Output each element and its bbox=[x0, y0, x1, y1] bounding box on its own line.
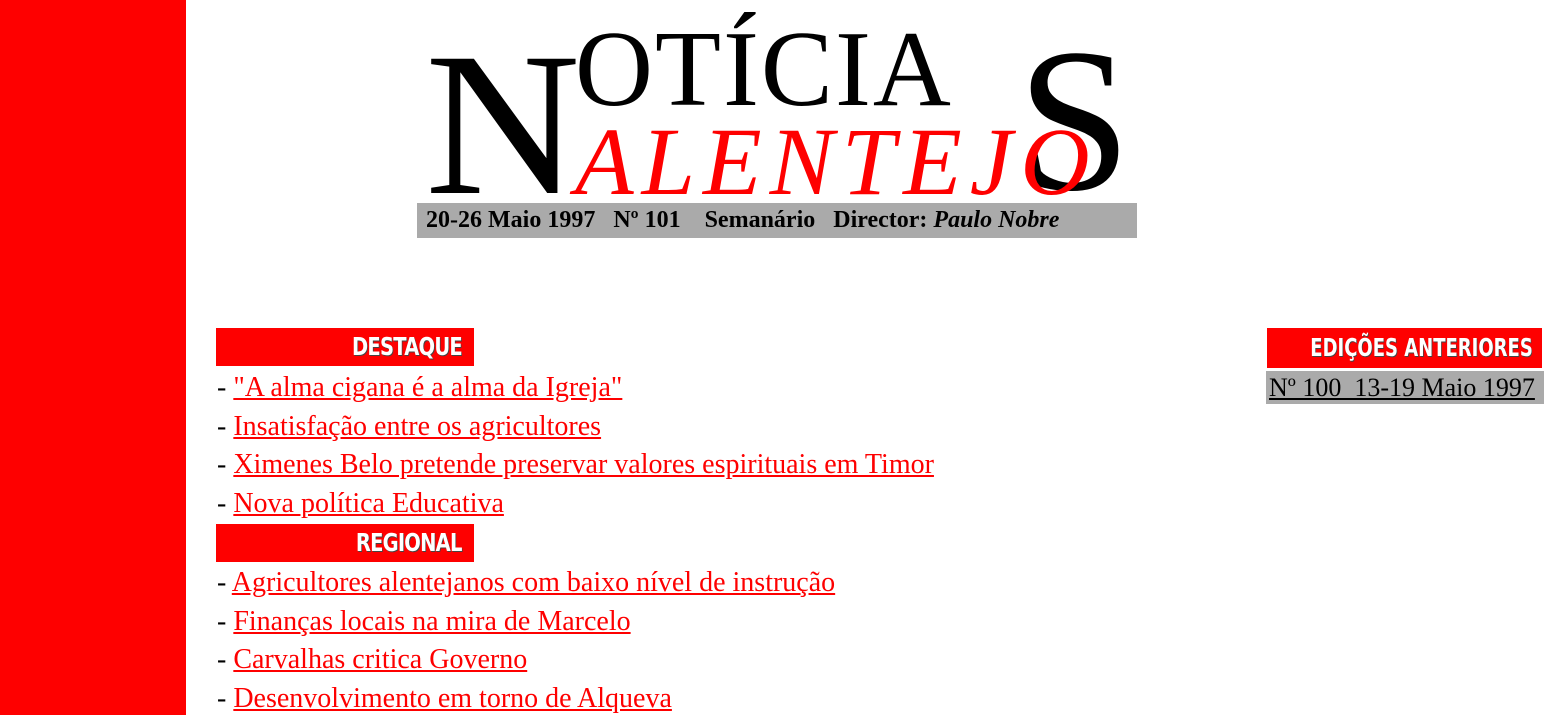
regional-news-list: - Agricultores alentejanos com baixo nív… bbox=[217, 564, 835, 718]
section-header-destaque: DESTAQUE bbox=[216, 328, 474, 366]
news-link[interactable]: Agricultores alentejanos com baixo nível… bbox=[232, 567, 835, 598]
list-item: - Finanças locais na mira de Marcelo bbox=[217, 603, 835, 642]
issue-date: 20-26 Maio 1997 bbox=[426, 207, 595, 233]
list-item: - "A alma cigana é a alma da Igreja" bbox=[217, 369, 934, 408]
logo-letter-n: N bbox=[425, 22, 580, 227]
list-item: - Desenvolvimento em torno de Alqueva bbox=[217, 680, 835, 718]
news-link[interactable]: Nova política Educativa bbox=[233, 488, 504, 519]
left-red-sidebar bbox=[0, 0, 186, 715]
news-link[interactable]: Finanças locais na mira de Marcelo bbox=[233, 606, 630, 637]
issue-type: Semanário bbox=[705, 207, 816, 233]
section-divider-line bbox=[186, 344, 214, 347]
logo-subtitle-alentejo: ALENTEJO bbox=[575, 114, 1098, 210]
previous-editions-header: EDIÇÕES ANTERIORES bbox=[1267, 328, 1542, 368]
director-name: Paulo Nobre bbox=[933, 207, 1059, 233]
section-header-regional: REGIONAL bbox=[216, 524, 474, 562]
section-divider-line bbox=[186, 540, 214, 543]
list-item: - Carvalhas critica Governo bbox=[217, 641, 835, 680]
news-link[interactable]: "A alma cigana é a alma da Igreja" bbox=[233, 372, 622, 403]
news-link[interactable]: Insatisfação entre os agricultores bbox=[233, 411, 601, 442]
director-label: Director: bbox=[833, 207, 927, 233]
masthead-logo: N OTÍCIA S ALENTEJO bbox=[425, 14, 1125, 194]
issue-info-bar: 20-26 Maio 1997 Nº 101 Semanário Directo… bbox=[417, 203, 1137, 238]
list-item: - Insatisfação entre os agricultores bbox=[217, 408, 934, 447]
news-link[interactable]: Desenvolvimento em torno de Alqueva bbox=[233, 683, 672, 714]
news-link[interactable]: Carvalhas critica Governo bbox=[233, 644, 527, 675]
list-item: - Agricultores alentejanos com baixo nív… bbox=[217, 564, 835, 603]
issue-number: Nº 101 bbox=[613, 207, 680, 233]
previous-edition-link[interactable]: Nº 100 13-19 Maio 1997 bbox=[1266, 371, 1544, 404]
news-link[interactable]: Ximenes Belo pretende preservar valores … bbox=[233, 449, 934, 480]
destaque-news-list: - "A alma cigana é a alma da Igreja" - I… bbox=[217, 369, 934, 523]
list-item: - Nova política Educativa bbox=[217, 485, 934, 524]
list-item: - Ximenes Belo pretende preservar valore… bbox=[217, 446, 934, 485]
